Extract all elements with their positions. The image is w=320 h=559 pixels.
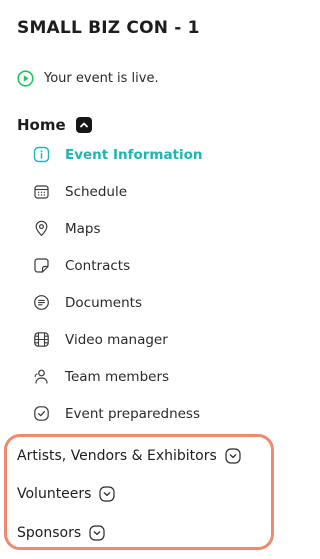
map-pin-icon <box>33 220 50 237</box>
nav-item-video-manager[interactable]: Video manager <box>33 321 203 358</box>
section-label: Sponsors <box>17 525 82 541</box>
calendar-icon <box>33 183 50 200</box>
nav-item-event-information[interactable]: Event Information <box>33 136 203 173</box>
section-label: Volunteers <box>17 486 92 502</box>
nav-item-team-members[interactable]: Team members <box>33 358 203 395</box>
nav-item-label: Documents <box>65 294 142 311</box>
nav-item-maps[interactable]: Maps <box>33 210 203 247</box>
chevron-down-icon[interactable] <box>89 525 105 541</box>
nav-item-label: Team members <box>65 368 170 385</box>
section-sponsors[interactable]: Sponsors <box>17 522 105 544</box>
nav-item-schedule[interactable]: Schedule <box>33 173 203 210</box>
document-icon <box>33 294 50 311</box>
play-circle-icon <box>17 69 34 87</box>
chevron-down-icon[interactable] <box>99 486 116 502</box>
nav-item-contracts[interactable]: Contracts <box>33 247 203 284</box>
nav-item-event-preparedness[interactable]: Event preparedness <box>33 395 203 432</box>
event-status: Your event is live. <box>17 68 159 88</box>
home-label: Home <box>17 116 66 134</box>
nav-item-label: Maps <box>65 220 101 237</box>
section-label: Artists, Vendors & Exhibitors <box>17 448 217 464</box>
home-section-header[interactable]: Home <box>17 114 92 136</box>
chevron-down-icon[interactable] <box>225 448 241 464</box>
nav-item-label: Contracts <box>65 257 131 274</box>
section-volunteers[interactable]: Volunteers <box>17 483 116 505</box>
contract-icon <box>33 257 50 274</box>
info-icon <box>33 146 50 163</box>
nav-item-label: Event preparedness <box>65 405 200 422</box>
team-icon <box>33 368 50 385</box>
film-icon <box>33 331 50 348</box>
nav-item-label: Event Information <box>65 146 203 163</box>
home-nav-list: Event Information Schedule Maps Contract… <box>33 136 203 432</box>
chevron-up-icon[interactable] <box>75 117 92 133</box>
nav-item-label: Video manager <box>65 331 168 348</box>
check-circle-icon <box>33 405 50 422</box>
event-status-text: Your event is live. <box>44 70 159 86</box>
event-title: SMALL BIZ CON - 1 <box>17 18 200 38</box>
section-artists-vendors-exhibitors[interactable]: Artists, Vendors & Exhibitors <box>17 445 241 467</box>
nav-item-documents[interactable]: Documents <box>33 284 203 321</box>
nav-item-label: Schedule <box>65 183 128 200</box>
